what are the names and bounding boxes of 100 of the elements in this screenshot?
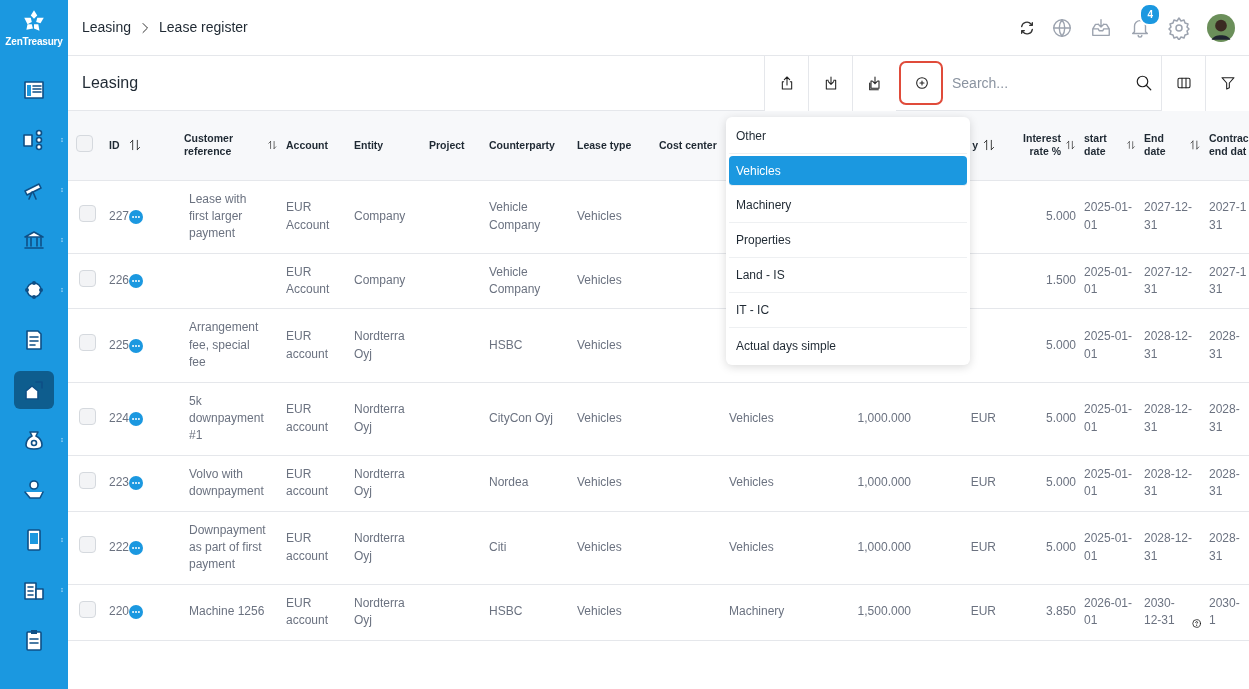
table-cell: 2026-01-01	[1084, 595, 1133, 628]
table-cell: EUR	[970, 604, 996, 619]
table-cell: 2028- 31	[1209, 402, 1240, 434]
table-cell: Company	[354, 273, 406, 288]
table-cell: Vehicles	[577, 337, 622, 352]
table-cell: Vehicles	[577, 208, 622, 223]
table-cell: 2025-01-01	[1084, 402, 1133, 434]
table-cell: EUR	[970, 475, 996, 490]
table-cell: Vehicles	[577, 539, 622, 554]
column-header: start date	[1084, 132, 1108, 159]
nav-item[interactable]	[14, 371, 54, 409]
id-text: 224	[109, 410, 130, 427]
row-checkbox[interactable]	[79, 269, 96, 287]
table-cell: Vehicles	[577, 475, 622, 490]
column-header: Project	[429, 138, 465, 152]
avatar[interactable]	[1207, 13, 1235, 42]
breadcrumb-item[interactable]: Leasing	[82, 17, 132, 38]
table-cell: Nordterra Oyj	[354, 329, 405, 361]
table-cell: 2025-01-01	[1084, 264, 1133, 297]
column-header: Entity	[354, 138, 384, 152]
table-cell: 2028- 31	[1209, 531, 1240, 563]
filter-button[interactable]	[1205, 55, 1249, 111]
import-button[interactable]	[808, 55, 852, 111]
sort-icon[interactable]	[982, 138, 996, 153]
table-cell: Vehicles	[729, 411, 774, 425]
table-cell: HSBC	[489, 604, 523, 619]
refresh-icon[interactable]	[1019, 19, 1035, 36]
table-cell: EUR	[970, 539, 996, 554]
table-cell: Machinery	[729, 604, 785, 619]
table-cell: Vehicles	[577, 411, 622, 425]
table-cell: EUR Account	[286, 264, 330, 297]
table-cell: Arrangement fee, special fee	[189, 320, 259, 370]
table-cell: Volvo with downpayment	[189, 466, 264, 499]
more-icon[interactable]	[129, 338, 144, 353]
more-icon[interactable]	[129, 605, 144, 620]
table-cell: Nordterra Oyj	[354, 595, 405, 628]
id-text: 225	[109, 336, 130, 354]
row-checkbox[interactable]	[79, 600, 96, 618]
table-cell: 2025-01-01	[1084, 329, 1133, 361]
settings-icon[interactable]	[1167, 15, 1191, 40]
export-button[interactable]	[764, 55, 808, 111]
table-cell: 2028- 31	[1209, 466, 1240, 499]
columns-button[interactable]	[1161, 55, 1205, 111]
inbox-download-icon[interactable]	[1089, 16, 1113, 39]
column-header: Customer reference	[184, 132, 234, 159]
table-cell: 1,000.000	[857, 475, 911, 490]
table-cell: Vehicles	[577, 604, 622, 619]
select-all-checkbox[interactable]	[76, 135, 93, 153]
table-cell: EUR account	[286, 329, 329, 361]
add-button[interactable]	[899, 61, 943, 105]
row-checkbox[interactable]	[79, 407, 96, 425]
more-icon[interactable]	[129, 540, 144, 555]
table-cell: 2027-1 31	[1209, 264, 1247, 297]
column-header: Contrac end dat	[1209, 132, 1249, 159]
id-text: 226	[109, 272, 130, 290]
add-icon	[913, 75, 930, 91]
more-icon[interactable]	[129, 411, 144, 426]
table-cell: Vehicles	[577, 273, 622, 288]
import-button[interactable]	[852, 55, 896, 111]
id-text: 222	[109, 538, 130, 556]
more-icon[interactable]	[129, 209, 144, 224]
column-header: End date	[1144, 132, 1167, 159]
row-checkbox[interactable]	[79, 205, 96, 223]
table-cell: 2028- 31	[1209, 329, 1240, 361]
more-icon[interactable]	[129, 274, 144, 289]
table-cell: Vehicles	[729, 475, 774, 490]
column-header: Account	[286, 138, 328, 152]
column-header: ID	[109, 138, 120, 152]
table-cell: 2028-12-31	[1144, 466, 1193, 499]
row-checkbox[interactable]	[79, 334, 96, 352]
download-icon	[866, 75, 883, 91]
more-icon[interactable]	[129, 476, 144, 491]
table-cell: 2028-12-31	[1144, 402, 1193, 434]
id-text: 220	[109, 603, 130, 621]
table-cell: Vehicles	[729, 539, 774, 554]
sort-icon[interactable]	[127, 138, 142, 153]
table-cell: 5.000	[1045, 539, 1076, 554]
table-cell: 2028-12-31	[1144, 329, 1193, 361]
help-icon[interactable]	[1191, 616, 1201, 630]
table-cell: 2025-01-01	[1084, 200, 1133, 232]
table-cell: 2030- 1	[1209, 595, 1240, 628]
table-cell: Downpayment as part of first payment	[189, 522, 266, 572]
bank-icon	[22, 228, 46, 252]
network-icon	[22, 278, 46, 302]
search-icon[interactable]	[1135, 74, 1153, 93]
column-header: Interest rate %	[1022, 132, 1061, 159]
table-cell: 5.000	[1045, 208, 1076, 223]
table-cell: Lease with first larger payment	[189, 191, 247, 241]
table-cell: EUR account	[286, 531, 329, 563]
row-checkbox[interactable]	[79, 472, 96, 489]
table-cell: 1,500.000	[857, 604, 911, 619]
table-cell: 5k downpayment #1	[189, 393, 264, 443]
table-cell: Company	[354, 208, 406, 223]
globe-icon[interactable]	[1051, 16, 1073, 39]
column-header: Cost center	[659, 138, 717, 152]
table-cell: EUR	[970, 411, 996, 425]
table-cell: 2025-01-01	[1084, 531, 1133, 563]
table-cell: Nordterra Oyj	[354, 466, 405, 499]
row-checkbox[interactable]	[79, 536, 96, 554]
id-text: 227	[109, 207, 130, 225]
